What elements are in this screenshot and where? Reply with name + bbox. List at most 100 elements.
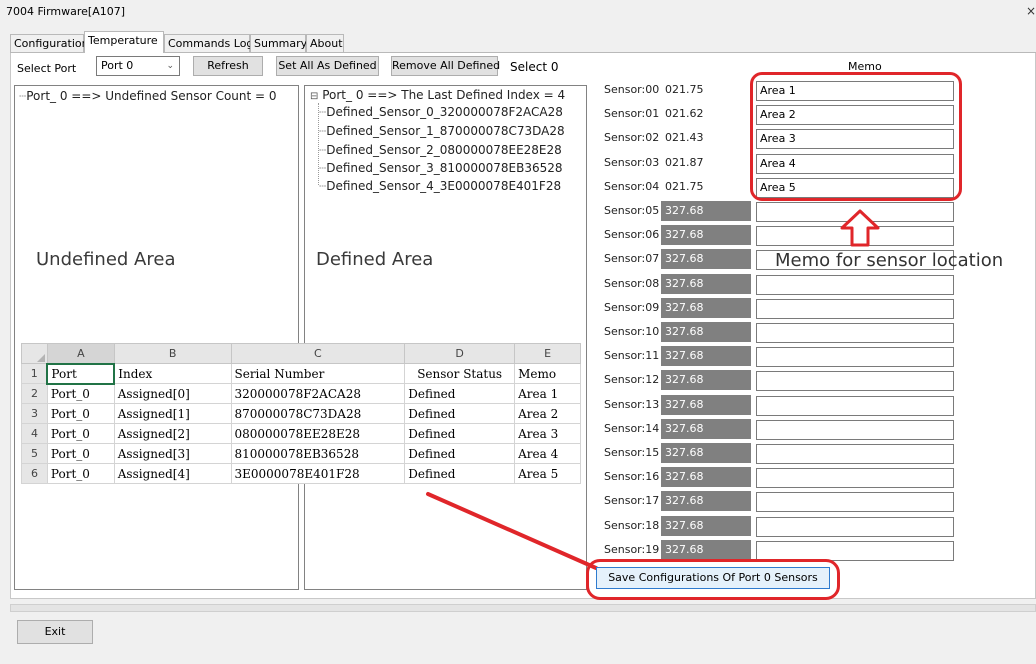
sensor-memo-input[interactable] <box>756 275 954 295</box>
table-cell: Assigned[0] <box>113 383 232 404</box>
sensor-label: Sensor:12 <box>604 373 660 386</box>
table-cell: Serial Number <box>230 363 406 384</box>
sensor-value: 021.43 <box>661 128 751 148</box>
chevron-down-icon: ⌄ <box>166 61 174 71</box>
tab-commands-log[interactable]: Commands Log <box>164 34 253 52</box>
table-cell: 320000078F2ACA28 <box>230 383 406 404</box>
collapse-icon[interactable]: ⊟ <box>310 91 318 102</box>
table-cell: Area 3 <box>514 423 581 444</box>
select-count: Select 0 <box>510 60 559 74</box>
save-configurations-button[interactable]: Save Configurations Of Port 0 Sensors <box>596 567 830 589</box>
defined-tree-root-label: Port_ 0 ==> The Last Defined Index = 4 <box>322 88 566 102</box>
remove-all-defined-button[interactable]: Remove All Defined <box>391 56 500 76</box>
sensor-value: 021.87 <box>661 153 751 173</box>
table-cell: Assigned[2] <box>113 423 232 444</box>
defined-tree-item[interactable]: ┄Defined_Sensor_1_870000078C73DA28 <box>319 124 565 138</box>
sensor-value: 327.68 <box>661 419 751 439</box>
sensor-value: 327.68 <box>661 443 751 463</box>
column-header: A <box>46 343 115 364</box>
table-row: 2 Port_0 Assigned[0] 320000078F2ACA28 De… <box>21 383 581 404</box>
table-row: 4 Port_0 Assigned[2] 080000078EE28E28 De… <box>21 423 581 444</box>
table-cell: Port_0 <box>46 463 115 484</box>
sensor-memo-input[interactable] <box>756 541 954 561</box>
sensor-value: 327.68 <box>661 395 751 415</box>
table-cell: Defined <box>404 383 516 404</box>
defined-tree-item[interactable]: ┄Defined_Sensor_4_3E0000078E401F28 <box>319 179 561 193</box>
defined-tree-item-label: Defined_Sensor_1_870000078C73DA28 <box>326 124 565 138</box>
window-title: 7004 Firmware[A107] <box>6 5 126 18</box>
sensor-value: 327.68 <box>661 516 751 536</box>
sensor-label: Sensor:18 <box>604 519 660 532</box>
sensor-label: Sensor:14 <box>604 422 660 435</box>
pointer-arrow-line <box>426 492 598 570</box>
tab-bar: Configuration Temperature Commands Log S… <box>10 31 1036 53</box>
row-number: 3 <box>21 403 48 424</box>
table-cell: Port_0 <box>46 383 115 404</box>
sensor-memo-input[interactable] <box>756 468 954 488</box>
defined-tree-root[interactable]: ⊟ Port_ 0 ==> The Last Defined Index = 4 <box>310 88 565 102</box>
tab-temperature[interactable]: Temperature <box>84 31 164 53</box>
row-number: 1 <box>21 363 48 384</box>
sensor-value: 327.68 <box>661 370 751 390</box>
sensor-memo-input[interactable] <box>756 517 954 537</box>
table-cell: 080000078EE28E28 <box>230 423 406 444</box>
port-select[interactable]: Port 0 ⌄ <box>96 56 180 76</box>
tab-configuration[interactable]: Configuration <box>10 34 89 52</box>
tab-about[interactable]: About <box>306 34 344 52</box>
sensor-label: Sensor:10 <box>604 325 660 338</box>
horizontal-scrollbar[interactable] <box>10 604 1036 612</box>
memo-highlight-box <box>750 72 962 201</box>
table-cell: Defined <box>404 403 516 424</box>
sensor-memo-input[interactable] <box>756 396 954 416</box>
column-header-row: A B C D E <box>21 343 581 364</box>
defined-tree-item-label: Defined_Sensor_3_810000078EB36528 <box>326 161 563 175</box>
table-row: 6 Port_0 Assigned[4] 3E0000078E401F28 De… <box>21 463 581 484</box>
undefined-tree-label: Port_ 0 ==> Undefined Sensor Count = 0 <box>26 89 277 103</box>
sensor-value: 327.68 <box>661 322 751 342</box>
sensor-memo-input[interactable] <box>756 323 954 343</box>
sensor-value: 021.75 <box>661 177 751 197</box>
port-select-value: Port 0 <box>101 59 134 72</box>
memo-location-annotation: Memo for sensor location <box>775 250 1004 271</box>
defined-area-label: Defined Area <box>316 249 434 270</box>
sensor-label: Sensor:02 <box>604 131 660 144</box>
table-row: 3 Port_0 Assigned[1] 870000078C73DA28 De… <box>21 403 581 424</box>
tab-summary[interactable]: Summary <box>250 34 307 52</box>
sensor-memo-input[interactable] <box>756 371 954 391</box>
table-cell: 3E0000078E401F28 <box>230 463 406 484</box>
defined-tree-item[interactable]: ┄Defined_Sensor_2_080000078EE28E28 <box>319 143 562 157</box>
table-cell: Port_0 <box>46 403 115 424</box>
column-header: C <box>230 343 406 364</box>
sensor-value: 021.75 <box>661 80 751 100</box>
exit-button[interactable]: Exit <box>17 620 93 644</box>
set-all-defined-button[interactable]: Set All As Defined <box>276 56 379 76</box>
sensor-value: 021.62 <box>661 104 751 124</box>
sensor-label: Sensor:00 <box>604 83 660 96</box>
spreadsheet-table: A B C D E 1 Port Index Serial Number Sen… <box>21 343 581 484</box>
row-number: 6 <box>21 463 48 484</box>
sensor-label: Sensor:13 <box>604 398 660 411</box>
table-cell: Port <box>46 362 116 385</box>
defined-tree-item[interactable]: ┄Defined_Sensor_3_810000078EB36528 <box>319 161 563 175</box>
undefined-sensor-tree[interactable]: ┄Port_ 0 ==> Undefined Sensor Count = 0 … <box>14 85 299 590</box>
table-cell: 810000078EB36528 <box>230 443 406 464</box>
sensor-memo-input[interactable] <box>756 347 954 367</box>
sensor-label: Sensor:01 <box>604 107 660 120</box>
sensor-label: Sensor:08 <box>604 277 660 290</box>
sensor-memo-input[interactable] <box>756 492 954 512</box>
sensor-value: 327.68 <box>661 346 751 366</box>
undefined-tree-node[interactable]: ┄Port_ 0 ==> Undefined Sensor Count = 0 <box>19 89 277 103</box>
sensor-memo-input[interactable] <box>756 444 954 464</box>
sensor-memo-input[interactable] <box>756 420 954 440</box>
table-cell: Defined <box>404 423 516 444</box>
refresh-button[interactable]: Refresh <box>193 56 263 76</box>
sensor-value: 327.68 <box>661 249 751 269</box>
sensor-value: 327.68 <box>661 540 751 560</box>
defined-tree-item[interactable]: ┄Defined_Sensor_0_320000078F2ACA28 <box>319 105 563 119</box>
sensor-value: 327.68 <box>661 298 751 318</box>
table-cell: Defined <box>404 443 516 464</box>
sensor-memo-input[interactable] <box>756 299 954 319</box>
close-icon[interactable]: × <box>1026 4 1036 18</box>
table-cell: Defined <box>404 463 516 484</box>
table-cell: Area 1 <box>514 383 581 404</box>
